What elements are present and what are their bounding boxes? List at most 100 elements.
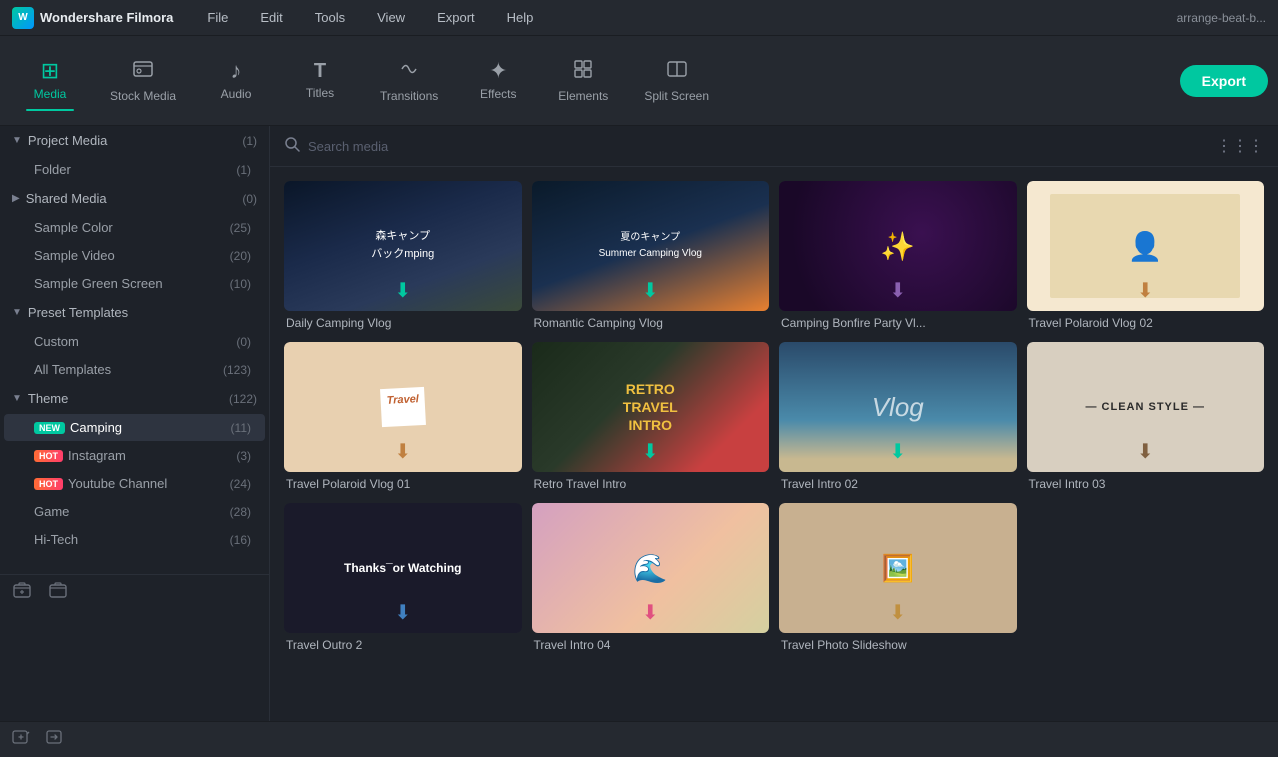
- badge-new: New: [34, 422, 65, 434]
- toolbar: ⊞ Media Stock Media ♪ Audio T Titles Tra…: [0, 36, 1278, 126]
- sidebar-folder-label: Folder: [34, 162, 71, 177]
- sidebar-section-project-media[interactable]: ▼ Project Media (1): [0, 126, 269, 155]
- sidebar-preset-label: Preset Templates: [28, 305, 128, 320]
- media-card-travel-outro[interactable]: ⬇ Travel Outro 2: [284, 503, 522, 654]
- toolbar-audio-label: Audio: [221, 87, 252, 101]
- menu-bar: W Wondershare Filmora File Edit Tools Vi…: [0, 0, 1278, 36]
- add-media-icon[interactable]: [12, 728, 30, 751]
- content-area: ⋮⋮⋮ ⬇ Daily Camping Vlog ⬇ Romantic Camp…: [270, 126, 1278, 721]
- download-icon-5: ⬇: [394, 439, 411, 464]
- sidebar-camping-label: Camping: [70, 420, 122, 435]
- media-card-daily-camping[interactable]: ⬇ Daily Camping Vlog: [284, 181, 522, 332]
- search-input[interactable]: [308, 139, 1208, 154]
- sidebar-item-camping[interactable]: New Camping (11): [4, 414, 265, 441]
- media-thumb-travel-polaroid2: 👤 ⬇: [1027, 181, 1265, 311]
- add-folder-icon[interactable]: [12, 580, 32, 605]
- sidebar-item-game[interactable]: Game (28): [4, 498, 265, 525]
- menu-tools[interactable]: Tools: [309, 6, 351, 29]
- sidebar-item-hitech[interactable]: Hi-Tech (16): [4, 526, 265, 553]
- sidebar-folder-count: (1): [236, 163, 251, 177]
- sidebar-hitech-label: Hi-Tech: [34, 532, 78, 547]
- toolbar-titles-label: Titles: [306, 86, 334, 100]
- media-card-travel-intro4[interactable]: ⬇ Travel Intro 04: [532, 503, 770, 654]
- sidebar-sample-video-label: Sample Video: [34, 248, 115, 263]
- menu-file[interactable]: File: [201, 6, 234, 29]
- instagram-label-row: HOT Instagram: [34, 448, 126, 463]
- bottom-bar: [0, 721, 1278, 757]
- download-icon: ⬇: [394, 278, 411, 303]
- menu-help[interactable]: Help: [501, 6, 540, 29]
- sidebar-item-folder[interactable]: Folder (1): [4, 156, 265, 183]
- menu-export[interactable]: Export: [431, 6, 481, 29]
- toolbar-media[interactable]: ⊞ Media: [10, 52, 90, 109]
- media-title-polaroid2: Travel Polaroid Vlog 02: [1027, 311, 1265, 332]
- media-title-travel-intro3: Travel Intro 03: [1027, 472, 1265, 493]
- sidebar-section-preset-templates[interactable]: ▼ Preset Templates: [0, 298, 269, 327]
- sidebar-item-sample-color[interactable]: Sample Color (25): [4, 214, 265, 241]
- toolbar-titles[interactable]: T Titles: [280, 53, 360, 108]
- sidebar-all-templates-count: (123): [223, 363, 251, 377]
- media-title-polaroid1: Travel Polaroid Vlog 01: [284, 472, 522, 493]
- toolbar-effects[interactable]: ✦ Effects: [458, 52, 538, 109]
- media-card-travel-photo[interactable]: 🖼️ ⬇ Travel Photo Slideshow: [779, 503, 1017, 654]
- media-title-travel-photo: Travel Photo Slideshow: [779, 633, 1017, 654]
- sidebar-project-media-count: (1): [242, 134, 257, 148]
- media-thumb-travel-intro3: ⬇: [1027, 342, 1265, 472]
- transitions-icon: [398, 58, 420, 84]
- toolbar-split-screen[interactable]: Split Screen: [628, 50, 725, 111]
- sidebar-item-custom[interactable]: Custom (0): [4, 328, 265, 355]
- download-icon-11: ⬇: [889, 600, 906, 625]
- sidebar-youtube-count: (24): [230, 477, 251, 491]
- sidebar-item-sample-video[interactable]: Sample Video (20): [4, 242, 265, 269]
- export-button[interactable]: Export: [1180, 65, 1268, 97]
- import-media-icon[interactable]: [46, 728, 64, 751]
- media-card-travel-intro2[interactable]: ⬇ Travel Intro 02: [779, 342, 1017, 493]
- media-card-bonfire[interactable]: ⬇ Camping Bonfire Party Vl...: [779, 181, 1017, 332]
- youtube-label-row: HOT Youtube Channel: [34, 476, 167, 491]
- sidebar-section-shared-media[interactable]: ▶ Shared Media (0): [0, 184, 269, 213]
- sidebar-item-sample-green[interactable]: Sample Green Screen (10): [4, 270, 265, 297]
- app-logo-icon: W: [12, 7, 34, 29]
- toolbar-stock-media[interactable]: Stock Media: [94, 50, 192, 111]
- media-card-romantic[interactable]: ⬇ Romantic Camping Vlog: [532, 181, 770, 332]
- media-icon: ⊞: [41, 60, 59, 82]
- media-card-travel-polaroid1[interactable]: Travel ⬇ Travel Polaroid Vlog 01: [284, 342, 522, 493]
- titles-icon: T: [314, 61, 326, 81]
- chevron-down-icon-2: ▼: [12, 307, 22, 318]
- sidebar: ▼ Project Media (1) Folder (1) ▶ Shared …: [0, 126, 270, 721]
- chevron-down-icon: ▼: [12, 135, 22, 146]
- grid-view-icon[interactable]: ⋮⋮⋮: [1216, 136, 1264, 156]
- menu-view[interactable]: View: [371, 6, 411, 29]
- media-card-retro[interactable]: ⬇ Retro Travel Intro: [532, 342, 770, 493]
- media-title-travel-outro: Travel Outro 2: [284, 633, 522, 654]
- media-card-travel-polaroid2[interactable]: 👤 ⬇ Travel Polaroid Vlog 02: [1027, 181, 1265, 332]
- toolbar-audio[interactable]: ♪ Audio: [196, 52, 276, 109]
- toolbar-split-label: Split Screen: [644, 89, 709, 103]
- media-title-travel-intro2: Travel Intro 02: [779, 472, 1017, 493]
- sidebar-project-media-label: Project Media: [28, 133, 107, 148]
- sidebar-item-all-templates[interactable]: All Templates (123): [4, 356, 265, 383]
- media-thumb-romantic: ⬇: [532, 181, 770, 311]
- elements-icon: [572, 58, 594, 84]
- toolbar-elements[interactable]: Elements: [542, 50, 624, 111]
- sidebar-item-youtube[interactable]: HOT Youtube Channel (24): [4, 470, 265, 497]
- toolbar-transitions[interactable]: Transitions: [364, 50, 454, 111]
- toolbar-media-label: Media: [34, 87, 67, 101]
- import-icon[interactable]: [48, 580, 68, 605]
- download-icon-10: ⬇: [642, 600, 659, 625]
- sidebar-section-theme[interactable]: ▼ Theme (122): [0, 384, 269, 413]
- sidebar-item-instagram[interactable]: HOT Instagram (3): [4, 442, 265, 469]
- sidebar-instagram-label: Instagram: [68, 448, 126, 463]
- menu-edit[interactable]: Edit: [254, 6, 288, 29]
- media-title-daily-camping: Daily Camping Vlog: [284, 311, 522, 332]
- toolbar-elements-label: Elements: [558, 89, 608, 103]
- sidebar-youtube-label: Youtube Channel: [68, 476, 167, 491]
- media-title-bonfire: Camping Bonfire Party Vl...: [779, 311, 1017, 332]
- sidebar-camping-count: (11): [231, 421, 251, 435]
- download-icon-9: ⬇: [394, 600, 411, 625]
- sidebar-all-templates-label: All Templates: [34, 362, 111, 377]
- media-thumb-retro: ⬇: [532, 342, 770, 472]
- chevron-right-icon: ▶: [12, 193, 20, 204]
- media-card-travel-intro3[interactable]: ⬇ Travel Intro 03: [1027, 342, 1265, 493]
- sidebar-instagram-count: (3): [236, 449, 251, 463]
